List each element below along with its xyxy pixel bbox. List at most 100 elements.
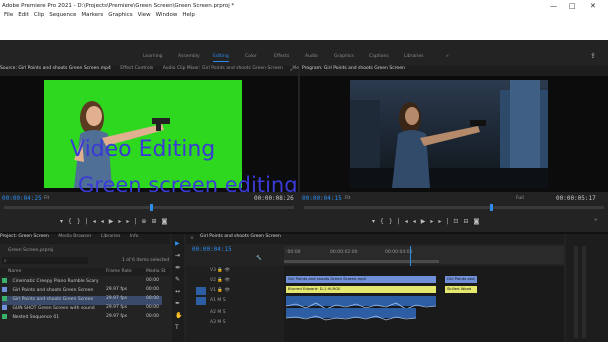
type-tool-icon[interactable]: T: [175, 324, 179, 331]
workspace-graphics[interactable]: Graphics: [334, 54, 354, 59]
button-editor-icon[interactable]: +: [594, 218, 598, 223]
project-row[interactable]: Cinematic Creepy Piano Rumble Scary 00:0…: [2, 278, 162, 287]
menu-edit[interactable]: Edit: [18, 12, 29, 18]
track-select-tool-icon[interactable]: ⇥: [175, 252, 180, 259]
timeline-tab[interactable]: Girl Points and shoots Green Screen: [200, 234, 281, 239]
source-patch-v1[interactable]: [196, 287, 206, 295]
insert-icon[interactable]: ⊕: [141, 218, 151, 225]
workspaces-more[interactable]: »: [446, 54, 449, 59]
eye-icon[interactable]: 👁: [224, 268, 230, 273]
project-row-selected[interactable]: Girl Points and shoots Green Screen 29.9…: [2, 296, 162, 305]
step-back-icon[interactable]: |◂: [86, 218, 101, 225]
program-scrubber[interactable]: [304, 206, 604, 209]
minimize-icon[interactable]: —: [550, 2, 557, 10]
work-area-bar[interactable]: [284, 260, 439, 263]
column-frame-rate[interactable]: Frame Rate: [106, 269, 132, 274]
track-header-v1[interactable]: V1 🔒 👁: [210, 288, 230, 293]
timeline-clip-v1[interactable]: Blurred Edward: D-1 HLRGE: [286, 286, 436, 293]
program-title[interactable]: Program: Girl Points and shoots Green Sc…: [302, 66, 405, 71]
frame-back-icon[interactable]: ◂: [101, 218, 109, 225]
column-media-start[interactable]: Media St: [146, 269, 166, 274]
eye-icon[interactable]: 👁: [224, 288, 230, 293]
timeline-clip-v2-end[interactable]: Girl Points and: [445, 276, 477, 283]
source-tabs-more[interactable]: »: [290, 68, 293, 73]
tab-effect-controls[interactable]: Effect Controls: [120, 66, 153, 71]
lift-icon[interactable]: ⊡: [453, 218, 463, 225]
in-point-icon[interactable]: {: [68, 218, 77, 225]
track-header-a2[interactable]: A2 M S: [210, 310, 226, 315]
frame-back-icon[interactable]: ◂: [413, 218, 421, 225]
close-icon[interactable]: ✕: [590, 2, 596, 10]
pen-tool-icon[interactable]: ✒: [175, 300, 180, 307]
source-playhead[interactable]: [150, 204, 153, 211]
project-row[interactable]: Girl Points and shoots Green Screen 29.9…: [2, 287, 162, 296]
track-header-v3[interactable]: V3 🔒 👁: [210, 268, 230, 273]
lock-icon[interactable]: 🔒: [217, 268, 223, 273]
timeline-audio-clip-a1[interactable]: [285, 296, 437, 310]
project-search-input[interactable]: [2, 257, 88, 264]
marker-icon[interactable]: ▾: [60, 218, 68, 225]
slip-tool-icon[interactable]: ↔: [175, 288, 180, 295]
workspace-editing[interactable]: Editing: [213, 54, 229, 62]
maximize-icon[interactable]: □: [569, 2, 576, 10]
workspace-libraries[interactable]: Libraries: [404, 54, 423, 59]
mute-solo-buttons[interactable]: M S: [217, 310, 225, 315]
menu-clip[interactable]: Clip: [34, 12, 44, 18]
lock-icon[interactable]: 🔒: [217, 278, 223, 283]
step-back-icon[interactable]: |◂: [398, 218, 413, 225]
project-row[interactable]: GUN SHOT Green Screen with sound 29.97 f…: [2, 305, 162, 314]
project-row[interactable]: Nested Sequence 01 29.97 fps 00:00: [2, 314, 162, 323]
menu-view[interactable]: View: [138, 12, 151, 18]
step-forward-icon[interactable]: ▸|: [126, 218, 141, 225]
tab-audio-clip-mixer[interactable]: Audio Clip Mixer: Girl Points and shoots…: [163, 66, 283, 71]
workspace-audio[interactable]: Audio: [305, 54, 318, 59]
tab-project[interactable]: Project: Green Screen: [0, 234, 49, 239]
tab-media-browser[interactable]: Media Browser: [58, 234, 91, 239]
track-header-a3[interactable]: A3 M S: [210, 320, 226, 325]
menu-window[interactable]: Window: [156, 12, 178, 18]
extract-icon[interactable]: ⊟: [463, 218, 473, 225]
track-header-v2[interactable]: V2 🔒 👁: [210, 278, 230, 283]
column-name[interactable]: Name: [8, 269, 21, 274]
timeline-timecode[interactable]: 00:00:04:15: [192, 246, 232, 253]
workspace-assembly[interactable]: Assembly: [178, 54, 200, 59]
share-icon[interactable]: ⇪: [590, 52, 596, 60]
workspace-learning[interactable]: Learning: [143, 54, 163, 59]
tab-metadata[interactable]: Me: [292, 66, 299, 71]
source-patch-a1[interactable]: [196, 297, 206, 305]
camera-icon[interactable]: ◙: [473, 218, 484, 225]
workspace-color[interactable]: Color: [245, 54, 257, 59]
selection-tool-icon[interactable]: ▶: [175, 240, 180, 247]
menu-sequence[interactable]: Sequence: [49, 12, 76, 18]
ripple-edit-tool-icon[interactable]: ⇹: [175, 264, 180, 271]
marker-icon[interactable]: ▾: [372, 218, 380, 225]
tab-libraries[interactable]: Libraries: [101, 234, 120, 239]
program-timecode-in[interactable]: 00:00:04:15: [302, 195, 342, 202]
play-icon[interactable]: ▶: [109, 218, 119, 225]
timeline-audio-clip-a2[interactable]: [285, 308, 417, 321]
out-point-icon[interactable]: }: [389, 218, 398, 225]
hand-tool-icon[interactable]: ✋: [175, 312, 182, 319]
overwrite-icon[interactable]: ⊞: [151, 218, 161, 225]
out-point-icon[interactable]: }: [77, 218, 86, 225]
program-fit-select[interactable]: Fit: [345, 196, 350, 201]
menu-help[interactable]: Help: [182, 12, 195, 18]
mute-solo-buttons[interactable]: M S: [217, 298, 225, 303]
tab-source[interactable]: Source: Girl Points and shoots Green Scr…: [0, 66, 111, 71]
source-timecode-in[interactable]: 00:00:04:25: [2, 195, 42, 202]
in-point-icon[interactable]: {: [380, 218, 389, 225]
lock-icon[interactable]: 🔒: [217, 288, 223, 293]
program-quality-select[interactable]: Full: [516, 196, 524, 201]
wrench-icon[interactable]: 🔧: [256, 256, 262, 261]
menu-markers[interactable]: Markers: [81, 12, 103, 18]
source-scrubber[interactable]: [4, 206, 294, 209]
source-fit-select[interactable]: Fit: [44, 196, 49, 201]
program-playhead[interactable]: [490, 204, 493, 211]
workspace-effects[interactable]: Effects: [274, 54, 289, 59]
razor-tool-icon[interactable]: ✎: [175, 276, 180, 283]
close-icon[interactable]: ×: [190, 236, 194, 241]
menu-file[interactable]: File: [4, 12, 13, 18]
workspace-captions[interactable]: Captions: [369, 54, 389, 59]
menu-graphics[interactable]: Graphics: [108, 12, 132, 18]
tab-info[interactable]: Info: [130, 234, 139, 239]
